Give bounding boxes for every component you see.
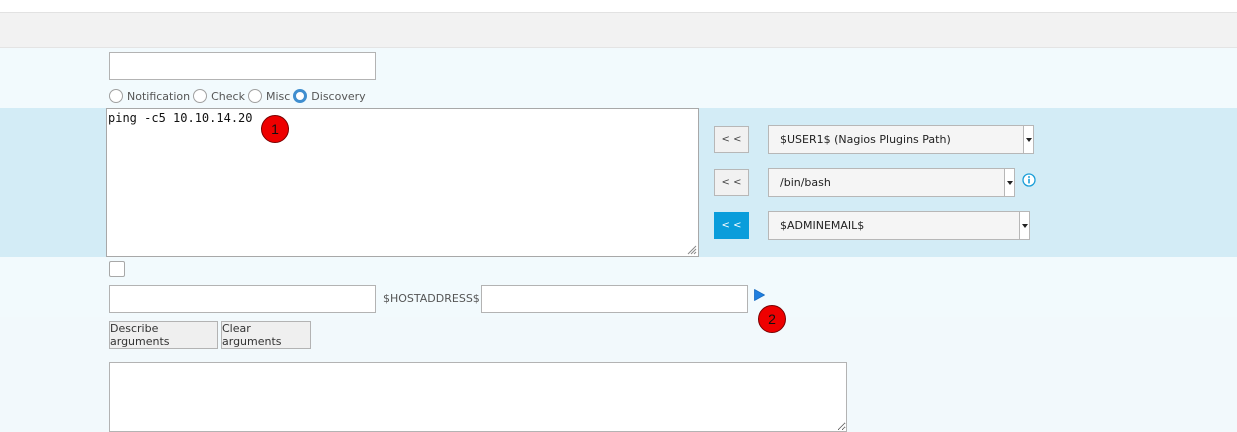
hostaddress-input[interactable] — [481, 285, 748, 313]
radio-discovery-label: Discovery — [311, 89, 366, 103]
chevron-down-icon — [1004, 169, 1014, 196]
clear-arguments-button[interactable]: Clear arguments — [221, 321, 311, 349]
annotation-badge-2: 2 — [758, 305, 786, 333]
command-line-textarea[interactable]: ping -c5 10.10.14.20 — [106, 108, 699, 257]
radio-misc[interactable]: Misc — [247, 89, 291, 103]
macro-select-2-value: /bin/bash — [780, 176, 831, 189]
toolbar-bar — [0, 13, 1237, 48]
enabled-checkbox[interactable] — [109, 261, 125, 277]
resize-grip-icon[interactable] — [687, 245, 697, 255]
command-name-input[interactable] — [109, 52, 376, 80]
insert-macro-button-1[interactable]: < < — [714, 126, 749, 153]
arguments-input[interactable] — [109, 285, 376, 313]
info-icon[interactable] — [1022, 173, 1036, 187]
macro-select-2[interactable]: /bin/bash — [768, 168, 1015, 197]
description-textarea[interactable] — [109, 362, 847, 432]
radio-notification-label: Notification — [127, 89, 191, 103]
radio-misc-button[interactable] — [247, 89, 262, 103]
command-type-radio-group: Notification Check Misc Discovery — [109, 88, 369, 104]
insert-macro-button-3[interactable]: < < — [714, 212, 749, 239]
radio-discovery-button[interactable] — [293, 89, 308, 103]
insert-macro-button-2[interactable]: < < — [714, 169, 749, 196]
radio-notification-button[interactable] — [109, 89, 123, 103]
annotation-badge-1: 1 — [261, 115, 289, 143]
describe-arguments-button[interactable]: Describe arguments — [109, 321, 218, 349]
radio-misc-label: Misc — [265, 89, 291, 103]
top-strip — [0, 0, 1237, 13]
macro-select-1-value: $USER1$ (Nagios Plugins Path) — [780, 133, 951, 146]
macro-select-3-value: $ADMINEMAIL$ — [780, 219, 865, 232]
play-icon[interactable] — [753, 288, 766, 302]
chevron-down-icon — [1019, 212, 1029, 239]
macro-select-1[interactable]: $USER1$ (Nagios Plugins Path) — [768, 125, 1034, 154]
radio-check[interactable]: Check — [193, 89, 245, 103]
hostaddress-label: $HOSTADDRESS$ — [383, 292, 480, 305]
radio-check-label: Check — [211, 89, 245, 103]
radio-check-button[interactable] — [193, 89, 208, 103]
chevron-down-icon — [1023, 126, 1033, 153]
radio-discovery[interactable]: Discovery — [293, 89, 366, 103]
macro-select-3[interactable]: $ADMINEMAIL$ — [768, 211, 1030, 240]
radio-notification[interactable]: Notification — [109, 89, 190, 103]
